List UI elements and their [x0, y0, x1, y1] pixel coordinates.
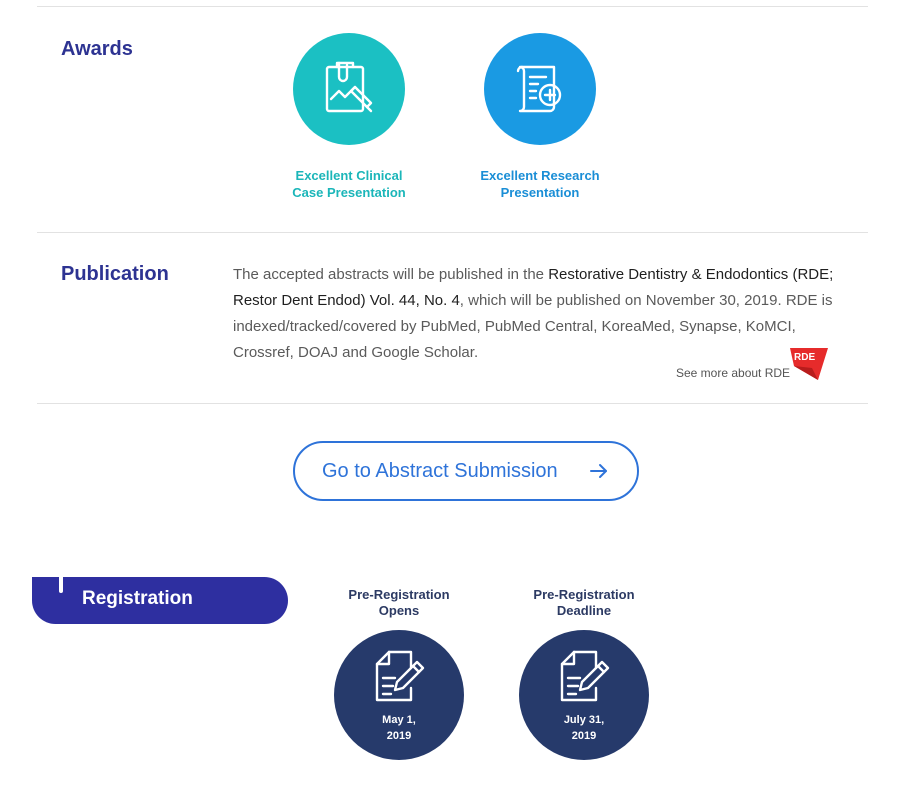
- top-divider: [37, 6, 868, 7]
- registration-tab-marker: [59, 577, 63, 593]
- section-divider: [37, 403, 868, 404]
- publication-heading: Publication: [61, 263, 169, 285]
- date-title: Pre-Registration Deadline: [533, 587, 635, 618]
- document-edit-icon: [560, 650, 610, 702]
- abstract-submission-label: Go to Abstract Submission: [322, 459, 558, 482]
- see-more-label: See more about RDE: [676, 366, 791, 380]
- date-badge: July 31, 2019: [519, 630, 649, 760]
- awards-heading: Awards: [61, 38, 133, 60]
- award-excellent-clinical: Excellent Clinical Case Presentation: [279, 33, 419, 201]
- award-label: Excellent Research Presentation: [480, 168, 600, 200]
- section-divider: [37, 232, 868, 233]
- clinical-case-clipboard-icon: [293, 33, 405, 145]
- date-value: May 1, 2019: [382, 714, 416, 742]
- pre-registration-deadline: Pre-Registration Deadline July 31, 2019: [509, 587, 659, 760]
- date-badge: May 1, 2019: [334, 630, 464, 760]
- document-edit-icon: [375, 650, 425, 702]
- date-title: Pre-Registration Opens: [348, 587, 450, 618]
- registration-heading: Registration: [82, 588, 193, 609]
- rde-logo-icon: RDE: [790, 348, 829, 380]
- research-scroll-icon: [484, 33, 596, 145]
- pre-registration-opens: Pre-Registration Opens May 1, 2019: [324, 587, 474, 760]
- see-more-rde-link[interactable]: See more about RDE RDE: [676, 346, 830, 382]
- abstract-submission-button[interactable]: Go to Abstract Submission: [293, 441, 639, 501]
- date-value: July 31, 2019: [563, 714, 605, 742]
- award-label: Excellent Clinical Case Presentation: [292, 168, 406, 200]
- arrow-right-icon: [590, 464, 607, 478]
- svg-text:RDE: RDE: [794, 352, 815, 363]
- award-excellent-research: Excellent Research Presentation: [470, 33, 610, 201]
